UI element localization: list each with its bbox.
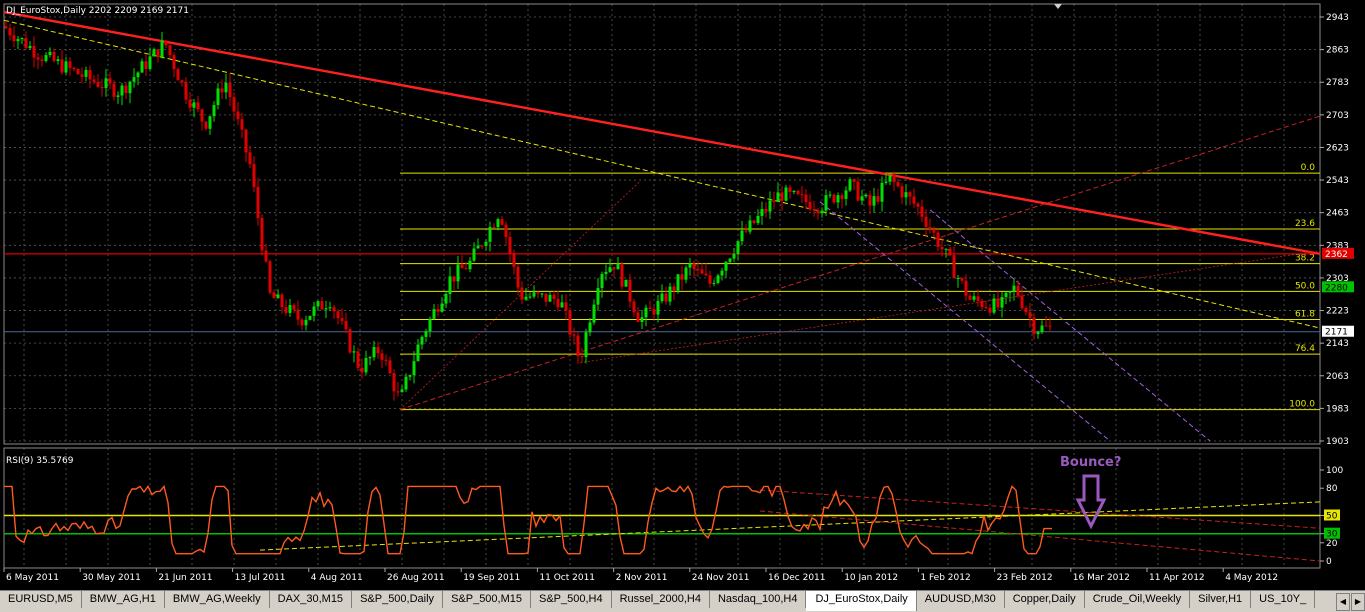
price-tick: 2703	[1326, 111, 1349, 121]
bounce-annotation: Bounce?	[1060, 455, 1121, 470]
chart-area[interactable]: 0.0 23.6 38.2 50.0 61.8 76.4 100.0 2943 2863 278…	[0, 0, 1365, 590]
chart-tab[interactable]: Russel_2000,H4	[612, 591, 710, 608]
time-tick: 26 Aug 2011	[387, 573, 445, 583]
time-tick: 30 May 2011	[82, 573, 141, 583]
price-marker: 2171	[1325, 328, 1348, 338]
rsi-level-tick: 0	[1326, 557, 1332, 567]
fib-level-label: 50.0	[1295, 281, 1315, 291]
fib-level-label: 23.6	[1295, 219, 1315, 229]
chart-tab[interactable]: S&P_500,M15	[443, 591, 531, 608]
chart-tab[interactable]: DAX_30,M15	[270, 591, 353, 608]
time-tick: 6 May 2011	[6, 573, 59, 583]
price-tick: 2863	[1326, 46, 1349, 56]
time-tick: 16 Dec 2011	[768, 573, 826, 583]
time-tick: 13 Jul 2011	[235, 573, 286, 583]
chart-tab[interactable]: Crude_Oil,Weekly	[1085, 591, 1191, 608]
chart-tab[interactable]: DJ_EuroStox,Daily	[806, 591, 917, 611]
time-tick: 16 Mar 2012	[1073, 573, 1130, 583]
price-tick: 2223	[1326, 307, 1349, 317]
time-tick: 2 Nov 2011	[616, 573, 668, 583]
price-tick: 1983	[1326, 404, 1349, 414]
price-tick: 2543	[1326, 176, 1349, 186]
price-tick: 2943	[1326, 13, 1349, 23]
chart-tab[interactable]: Nasdaq_100,H4	[710, 591, 807, 608]
chart-tab[interactable]: AUDUSD,M30	[917, 591, 1005, 608]
price-tick: 2623	[1326, 143, 1349, 153]
price-tick: 2063	[1326, 372, 1349, 382]
chart-tab-bar: EURUSD,M5 BMW_AG,H1 BMW_AG,Weekly DAX_30,M1…	[0, 590, 1365, 612]
chart-tab[interactable]: BMW_AG,H1	[82, 591, 165, 608]
time-tick: 19 Sep 2011	[463, 573, 520, 583]
price-tick: 2463	[1326, 209, 1349, 219]
chart-tab[interactable]: S&P_500,H4	[531, 591, 612, 608]
rsi-level-tick: 50	[1326, 512, 1338, 522]
time-tick: 4 May 2012	[1225, 573, 1278, 583]
time-tick: 11 Oct 2011	[539, 573, 595, 583]
tab-next-icon[interactable]: ▶	[1351, 593, 1365, 611]
time-tick: 10 Jan 2012	[844, 573, 898, 583]
chart-tab[interactable]: S&P_500,Daily	[352, 591, 444, 608]
price-marker: 2362	[1325, 250, 1348, 260]
price-marker: 2280	[1325, 283, 1348, 293]
rsi-level-tick: 20	[1326, 539, 1338, 549]
chart-tab[interactable]: Copper,Daily	[1005, 591, 1085, 608]
chart-tab[interactable]: Silver,H1	[1190, 591, 1252, 608]
rsi-level-tick: 80	[1326, 484, 1338, 494]
chart-tab[interactable]: US_10Y_	[1251, 591, 1316, 608]
chart-tab[interactable]: BMW_AG,Weekly	[165, 591, 270, 608]
fib-level-label: 100.0	[1289, 400, 1315, 410]
time-tick: 4 Aug 2011	[311, 573, 363, 583]
time-tick: 23 Feb 2012	[997, 573, 1053, 583]
chart-tab[interactable]: EURUSD,M5	[0, 591, 82, 608]
time-tick: 11 Apr 2012	[1149, 573, 1205, 583]
chart-title: DJ_EuroStox,Daily 2202 2209 2169 2171	[6, 6, 189, 16]
tab-navigation: ◀ ▶	[1335, 593, 1365, 611]
fib-level-label: 0.0	[1301, 163, 1316, 173]
rsi-level-tick: 100	[1326, 466, 1343, 476]
price-tick: 1903	[1326, 437, 1349, 447]
time-tick: 21 Jun 2011	[158, 573, 212, 583]
price-tick: 2783	[1326, 78, 1349, 88]
fib-level-label: 76.4	[1295, 344, 1315, 354]
time-tick: 1 Feb 2012	[920, 573, 970, 583]
fib-level-label: 38.2	[1295, 254, 1315, 264]
fib-level-label: 61.8	[1295, 310, 1315, 320]
time-tick: 24 Nov 2011	[692, 573, 750, 583]
price-tick: 2143	[1326, 339, 1349, 349]
tab-prev-icon[interactable]: ◀	[1336, 593, 1350, 611]
rsi-title: RSI(9) 35.5769	[6, 456, 74, 466]
